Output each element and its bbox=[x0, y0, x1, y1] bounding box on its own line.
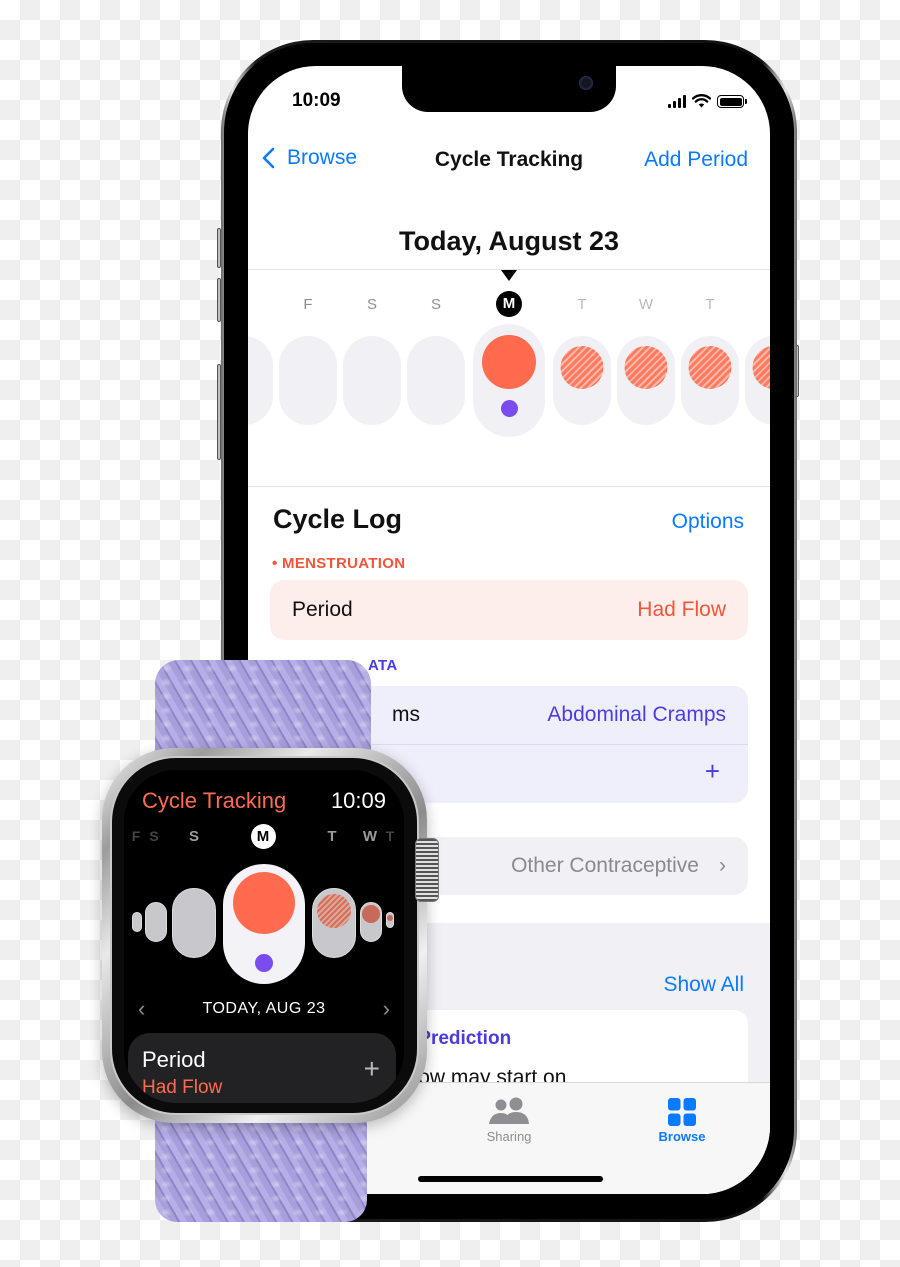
watch-calendar-day-today[interactable] bbox=[223, 864, 305, 984]
watch-calendar-day[interactable] bbox=[312, 888, 356, 958]
other-data-section-label: ATA bbox=[368, 657, 398, 674]
symptoms-label: ms bbox=[392, 703, 420, 726]
watch-calendar-day[interactable] bbox=[360, 902, 382, 942]
watch-time: 10:09 bbox=[330, 788, 386, 813]
calendar-day[interactable] bbox=[248, 336, 273, 425]
day-letter: T bbox=[705, 296, 715, 313]
watch-screen: Cycle Tracking 10:09 FSSMTWT ‹ TODAY, AU… bbox=[124, 770, 404, 1103]
watch-day-letter: T bbox=[327, 828, 337, 845]
watch-band-bottom bbox=[155, 1120, 367, 1222]
calendar-day[interactable] bbox=[407, 336, 465, 425]
browse-grid-icon bbox=[668, 1098, 696, 1126]
back-button[interactable]: Browse bbox=[262, 146, 357, 170]
tab-browse[interactable]: Browse bbox=[622, 1095, 742, 1144]
period-predicted-icon bbox=[387, 915, 393, 921]
day-letter: M bbox=[496, 291, 522, 317]
watch-period-card[interactable]: Period Had Flow + bbox=[128, 1033, 396, 1103]
watch-calendar-day[interactable] bbox=[132, 912, 142, 932]
period-predicted-icon bbox=[560, 346, 604, 389]
calendar-day-today[interactable] bbox=[473, 324, 545, 437]
calendar-day[interactable] bbox=[553, 336, 611, 425]
day-letter: T bbox=[577, 296, 587, 313]
options-button[interactable]: Options bbox=[672, 510, 744, 534]
contraceptive-value: Other Contraceptive bbox=[511, 854, 699, 877]
battery-icon bbox=[717, 95, 747, 108]
tab-sharing[interactable]: Sharing bbox=[449, 1095, 569, 1144]
sharing-people-icon bbox=[489, 1097, 529, 1124]
tab-browse-label: Browse bbox=[658, 1129, 706, 1144]
calendar-day[interactable] bbox=[343, 336, 401, 425]
add-symptom-button[interactable]: + bbox=[705, 758, 720, 784]
navigation-bar: Browse Cycle Tracking Add Period bbox=[248, 146, 770, 176]
watch-period-value: Had Flow bbox=[142, 1077, 223, 1098]
watch-day-letter: S bbox=[149, 828, 159, 844]
watch-next-day-button[interactable]: › bbox=[383, 996, 390, 1022]
watch-day-letter: F bbox=[131, 828, 141, 844]
calendar-date-header: Today, August 23 bbox=[398, 226, 620, 256]
calendar-day[interactable] bbox=[745, 336, 770, 425]
symptom-logged-icon bbox=[255, 954, 273, 972]
watch-day-letter: S bbox=[188, 828, 199, 845]
watch-prev-day-button[interactable]: ‹ bbox=[138, 996, 145, 1022]
status-time: 10:09 bbox=[292, 90, 341, 111]
calendar-day[interactable] bbox=[617, 336, 675, 425]
period-predicted-icon bbox=[624, 346, 668, 389]
period-predicted-icon bbox=[362, 905, 380, 923]
home-indicator[interactable] bbox=[418, 1176, 603, 1182]
add-period-button[interactable]: Add Period bbox=[644, 148, 748, 172]
back-label: Browse bbox=[287, 146, 358, 169]
watch-date-nav: ‹ TODAY, AUG 23 › bbox=[124, 996, 404, 1022]
menstruation-section-label: • MENSTRUATION bbox=[272, 555, 406, 572]
notch bbox=[402, 66, 616, 112]
day-letter: S bbox=[366, 296, 377, 313]
watch-period-label: Period bbox=[142, 1047, 206, 1072]
front-camera bbox=[579, 76, 593, 90]
watch-calendar-day[interactable] bbox=[145, 902, 167, 942]
show-all-button[interactable]: Show All bbox=[663, 973, 744, 997]
period-value: Had Flow bbox=[637, 598, 726, 621]
symptoms-value: Abdominal Cramps bbox=[547, 703, 726, 726]
watch-calendar-day[interactable] bbox=[386, 912, 394, 928]
symptom-logged-icon bbox=[500, 400, 518, 417]
day-letter: S bbox=[430, 296, 441, 313]
period-logged-icon bbox=[482, 335, 536, 389]
today-pointer-icon bbox=[501, 270, 517, 281]
period-row[interactable]: Period Had Flow bbox=[270, 580, 748, 640]
period-predicted-icon bbox=[317, 894, 351, 928]
chevron-left-icon bbox=[262, 147, 275, 169]
calendar-day[interactable] bbox=[279, 336, 337, 425]
day-letter: F bbox=[303, 296, 313, 313]
cellular-signal-icon bbox=[668, 95, 686, 108]
tab-sharing-label: Sharing bbox=[486, 1129, 532, 1144]
period-label: Period bbox=[292, 598, 353, 621]
chevron-right-icon: › bbox=[719, 854, 726, 877]
day-letter: W bbox=[638, 296, 654, 313]
divider bbox=[248, 486, 770, 487]
watch-calendar-day[interactable] bbox=[172, 888, 216, 958]
period-logged-icon bbox=[233, 872, 295, 934]
cycle-log-title: Cycle Log bbox=[273, 504, 403, 534]
calendar-day[interactable] bbox=[681, 336, 739, 425]
watch-app-title: Cycle Tracking bbox=[142, 788, 287, 813]
period-predicted-icon bbox=[688, 346, 732, 389]
watch-add-button[interactable]: + bbox=[364, 1053, 380, 1085]
wifi-icon bbox=[692, 94, 711, 108]
page-title: Cycle Tracking bbox=[434, 148, 584, 171]
digital-crown[interactable] bbox=[415, 838, 439, 902]
watch-date-label: TODAY, AUG 23 bbox=[202, 1000, 326, 1017]
watch-day-letter: W bbox=[362, 828, 378, 845]
watch-day-letter: T bbox=[385, 828, 395, 844]
period-predicted-icon bbox=[752, 346, 770, 389]
watch-day-letter: M bbox=[250, 824, 276, 849]
